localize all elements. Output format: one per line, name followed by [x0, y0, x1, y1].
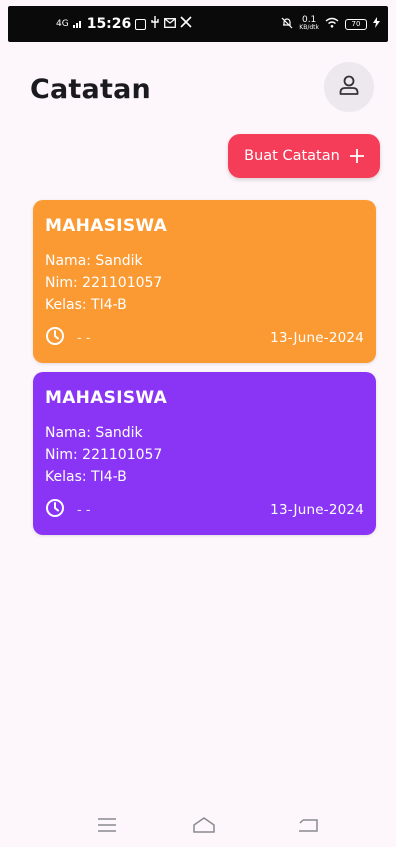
system-nav-bar — [0, 807, 396, 847]
tools-icon — [180, 16, 192, 32]
signal-icon — [72, 17, 83, 32]
speed-unit: KB/dtk — [299, 24, 319, 31]
battery-level: 70 — [351, 20, 361, 28]
network-type: 4G — [56, 19, 69, 29]
note-card[interactable]: MAHASISWA Nama: Sandik Nim: 221101057 Ke… — [33, 200, 376, 363]
status-bar: 4G 15:26 0.1 KB/dtk 70 — [8, 6, 388, 42]
header: Catatan — [30, 62, 380, 126]
note-footer: - - 13-June-2024 — [45, 327, 364, 349]
menu-icon[interactable] — [92, 813, 122, 837]
app-notification-icon — [135, 18, 147, 30]
note-title: MAHASISWA — [45, 216, 168, 236]
note-card[interactable]: MAHASISWA Nama: Sandik Nim: 221101057 Ke… — [33, 372, 376, 535]
home-icon[interactable] — [189, 813, 219, 837]
wifi-icon — [325, 17, 339, 31]
network-speed: 0.1 KB/dtk — [299, 16, 319, 32]
note-date: 13-June-2024 — [270, 502, 364, 518]
note-line-class: Kelas: TI4-B — [45, 297, 127, 313]
page-title: Catatan — [30, 74, 151, 105]
battery-icon: 70 — [345, 18, 367, 30]
note-body: Nama: Sandik Nim: 221101057 Kelas: TI4-B — [45, 250, 364, 316]
charging-icon — [373, 17, 380, 31]
mail-icon — [164, 17, 177, 32]
status-left: 4G 15:26 — [56, 16, 192, 32]
create-note-button[interactable]: Buat Catatan — [228, 134, 380, 178]
note-time: - - — [77, 330, 91, 346]
note-line-class: Kelas: TI4-B — [45, 469, 127, 485]
clock-icon — [45, 498, 65, 522]
create-note-label: Buat Catatan — [244, 148, 340, 164]
note-line-name: Nama: Sandik — [45, 253, 143, 269]
note-line-nim: Nim: 221101057 — [45, 275, 163, 291]
note-title: MAHASISWA — [45, 388, 168, 408]
profile-button[interactable] — [324, 62, 374, 112]
back-icon[interactable] — [293, 813, 323, 837]
status-right: 0.1 KB/dtk 70 — [281, 16, 380, 32]
plus-icon — [349, 146, 364, 166]
user-icon — [337, 73, 361, 101]
note-line-nim: Nim: 221101057 — [45, 447, 163, 463]
note-line-name: Nama: Sandik — [45, 425, 143, 441]
note-time: - - — [77, 502, 91, 518]
mute-icon — [281, 17, 293, 32]
note-footer: - - 13-June-2024 — [45, 499, 364, 521]
usb-icon — [150, 16, 160, 32]
note-body: Nama: Sandik Nim: 221101057 Kelas: TI4-B — [45, 422, 364, 488]
clock-icon — [45, 326, 65, 350]
note-date: 13-June-2024 — [270, 330, 364, 346]
speed-value: 0.1 — [301, 15, 317, 25]
status-time: 15:26 — [86, 16, 132, 32]
